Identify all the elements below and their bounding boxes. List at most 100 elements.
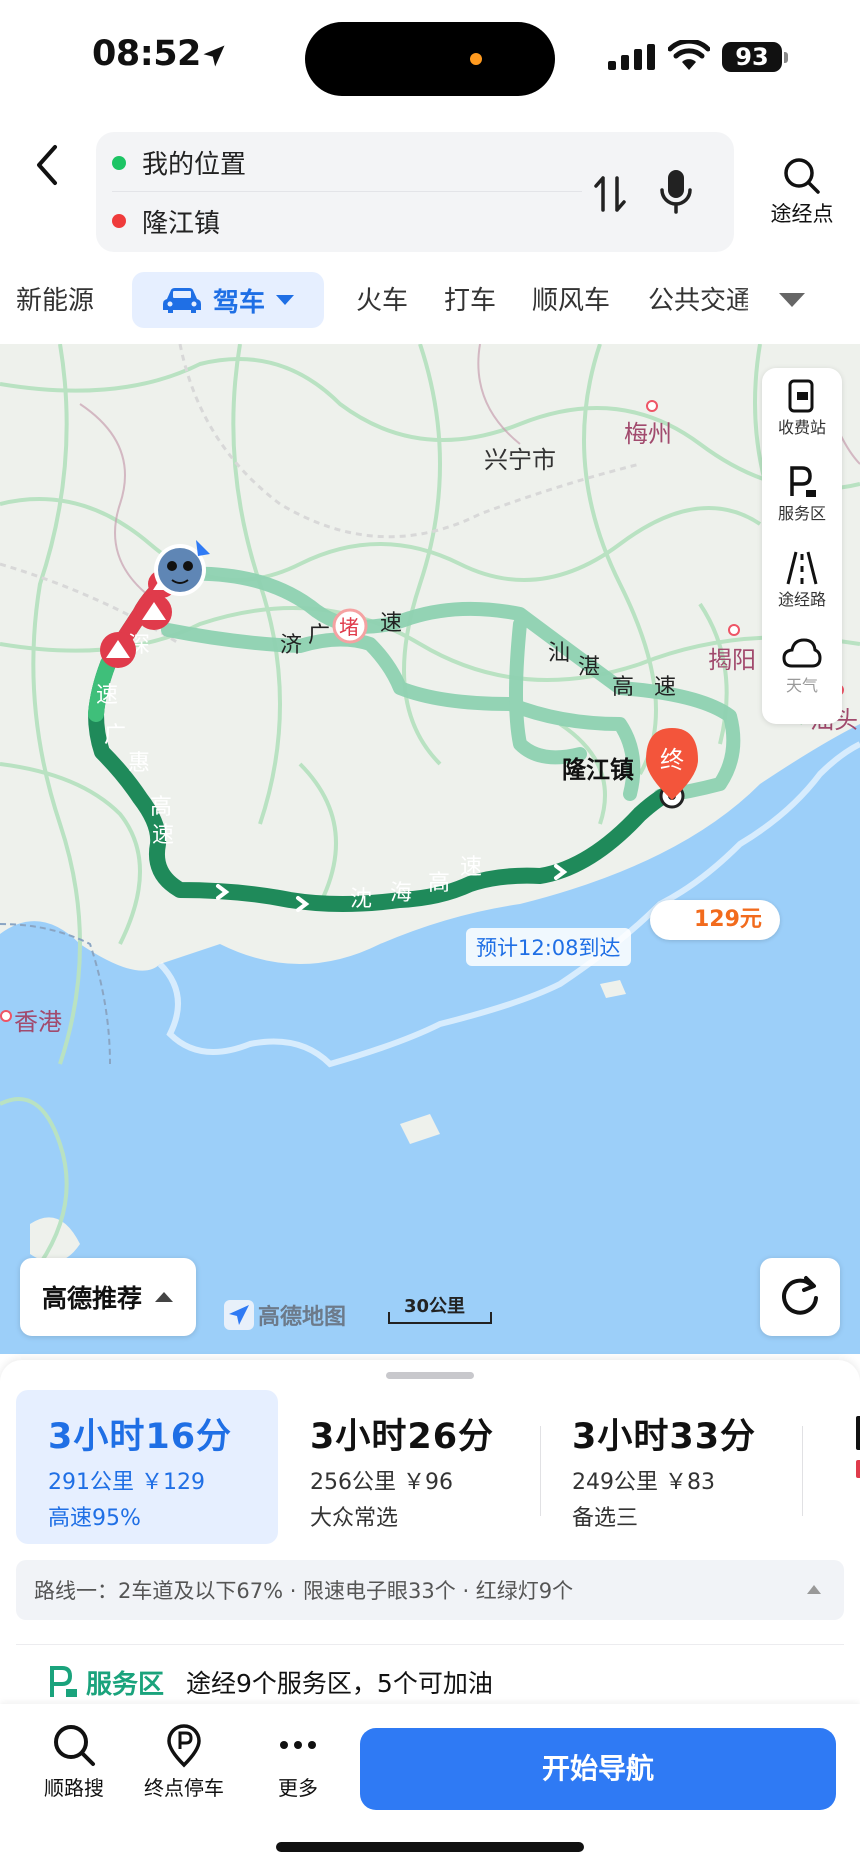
parking-pin-icon (167, 1724, 201, 1768)
swap-icon[interactable] (586, 170, 634, 218)
svg-text:堵: 堵 (339, 615, 359, 639)
brand-text: 高德地图 (258, 1305, 347, 1330)
tab-transit[interactable]: 公共交通 (648, 280, 748, 317)
search-icon (784, 158, 820, 194)
recording-dot-icon (470, 53, 482, 65)
tool-toll-station[interactable]: 收费站 (762, 374, 842, 460)
route-time: 3小时26分 (310, 1417, 495, 1457)
service-area-row[interactable]: 服务区 途经9个服务区，5个可加油 (46, 1662, 493, 1702)
svg-text:惠: 惠 (128, 751, 150, 776)
toll-station-icon (788, 379, 814, 413)
wifi-icon (668, 40, 710, 70)
city-label-xingning: 兴宁市 (484, 446, 556, 474)
route-summary-bar[interactable]: 路线一：2车道及以下67% · 限速电子眼33个 · 红绿灯9个 (16, 1560, 844, 1620)
svg-text:高: 高 (428, 871, 450, 896)
tab-carpool[interactable]: 顺风车 (532, 280, 610, 317)
svg-text:汕: 汕 (548, 641, 570, 666)
search-icon (54, 1725, 95, 1766)
route-option-3[interactable]: 3小时33分 249公里 ￥83 备选三 (540, 1390, 802, 1544)
search-along-button[interactable]: 顺路搜 (24, 1722, 124, 1801)
city-label-jieyang: 揭阳 (708, 646, 756, 674)
tool-weather[interactable]: 天气 (762, 632, 842, 718)
tool-route-roads[interactable]: 途经路 (762, 546, 842, 632)
tool-weather-label: 天气 (785, 676, 818, 695)
service-area-desc: 途经9个服务区，5个可加油 (186, 1669, 493, 1698)
cloud-icon (782, 638, 822, 668)
map-canvas: 济 广 速 汕 湛 高 速 沈 海 高 速 广 惠 高 速 深 速 堵 终 (0, 344, 860, 1354)
route-option-1[interactable]: 3小时16分 291公里 ￥129 高速95% (16, 1390, 278, 1544)
svg-text:速: 速 (96, 683, 118, 708)
tool-toll-label: 收费站 (777, 418, 826, 437)
tool-service-label: 服务区 (777, 504, 826, 523)
tab-new-energy[interactable]: 新能源 (16, 280, 94, 317)
eta-bubble: 预计12:08到达 (466, 928, 631, 966)
route-tag: 高速95% (48, 1506, 141, 1531)
city-label-hongkong: 香港 (14, 1008, 62, 1036)
svg-text:速: 速 (654, 675, 676, 700)
tab-taxi[interactable]: 打车 (444, 280, 496, 317)
waypoint-button[interactable]: 途经点 (752, 156, 852, 236)
more-modes-chevron-icon[interactable] (776, 288, 808, 312)
service-area-icon (790, 466, 816, 497)
search-along-label: 顺路搜 (44, 1776, 104, 1800)
tab-drive-label: 驾车 (212, 287, 265, 318)
route-option-2[interactable]: 3小时26分 256公里 ￥96 大众常选 (278, 1390, 540, 1544)
refresh-button[interactable] (760, 1258, 840, 1336)
tab-drive[interactable]: 驾车 (132, 272, 324, 328)
route-preference-button[interactable]: 高德推荐 (20, 1258, 196, 1336)
route-tag: 备选三 (572, 1506, 639, 1531)
cellular-signal-icon (608, 44, 655, 70)
sheet-handle[interactable] (386, 1372, 474, 1379)
destination-map-label: 隆江镇 (562, 756, 634, 784)
tool-service-area[interactable]: 服务区 (762, 460, 842, 546)
route-preference-label: 高德推荐 (41, 1284, 142, 1313)
route-option-4-peek[interactable] (848, 1416, 860, 1486)
route-input-box: 我的位置 隆江镇 (96, 132, 734, 252)
bottom-action-bar: 顺路搜 终点停车 更多 开始导航 (0, 1704, 860, 1864)
battery-tip (784, 52, 788, 63)
microphone-icon[interactable] (656, 166, 696, 218)
svg-text:海: 海 (390, 881, 412, 906)
tool-route-roads-label: 途经路 (777, 590, 826, 609)
amap-logo-icon (224, 1300, 254, 1330)
svg-text:济: 济 (280, 633, 302, 658)
svg-text:高: 高 (150, 795, 172, 820)
route-distance-cost: 291公里 ￥129 (48, 1470, 205, 1495)
caret-up-icon (155, 1292, 173, 1302)
service-area-title: 服务区 (86, 1669, 165, 1700)
start-navigation-button[interactable]: 开始导航 (360, 1728, 836, 1810)
svg-text:沈: 沈 (350, 887, 372, 912)
status-time: 08:52 (92, 34, 201, 74)
scale-bar (388, 1312, 492, 1324)
end-parking-button[interactable]: 终点停车 (134, 1722, 234, 1801)
status-bar: 08:52 93 (0, 0, 860, 118)
route-distance-cost: 249公里 ￥83 (572, 1470, 715, 1495)
home-indicator (276, 1842, 584, 1852)
route-time: 3小时16分 (48, 1417, 233, 1457)
svg-text:终: 终 (660, 746, 684, 774)
city-label-meizhou: 梅州 (624, 420, 672, 448)
brand-logo: 高德地图 (224, 1300, 346, 1330)
divider (16, 1644, 844, 1645)
map-scale: 30公里 (388, 1294, 492, 1324)
destination-field[interactable]: 隆江镇 (112, 192, 592, 250)
chevron-down-icon (276, 295, 294, 305)
more-label: 更多 (278, 1776, 318, 1800)
origin-field[interactable]: 我的位置 (112, 134, 582, 192)
svg-text:速: 速 (460, 855, 482, 880)
route-distance-cost: 256公里 ￥96 (310, 1470, 453, 1495)
origin-dot-icon (112, 155, 126, 170)
destination-text: 隆江镇 (142, 208, 221, 239)
more-button[interactable]: 更多 (248, 1722, 348, 1801)
dynamic-island (305, 22, 555, 96)
route-map[interactable]: 济 广 速 汕 湛 高 速 沈 海 高 速 广 惠 高 速 深 速 堵 终 梅州… (0, 344, 860, 1354)
service-area-icon (50, 1666, 77, 1697)
end-parking-label: 终点停车 (144, 1776, 224, 1800)
svg-text:速: 速 (380, 611, 402, 636)
travel-mode-tabs: 新能源 驾车 火车 打车 顺风车 公共交通 (0, 272, 860, 332)
back-button[interactable] (25, 135, 71, 195)
more-dots-icon (280, 1741, 316, 1749)
svg-text:广: 广 (308, 623, 330, 648)
route-summary-text: 路线一：2车道及以下67% · 限速电子眼33个 · 红绿灯9个 (34, 1579, 574, 1603)
tab-train[interactable]: 火车 (356, 280, 408, 317)
